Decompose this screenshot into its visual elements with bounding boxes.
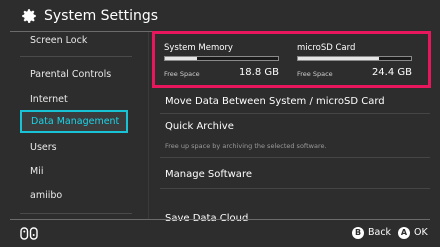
ok-hint[interactable]: A OK xyxy=(398,227,428,240)
ok-label: OK xyxy=(414,227,428,238)
sidebar-divider xyxy=(20,213,132,214)
sidebar-item-data-management[interactable]: Data Management xyxy=(20,110,128,133)
page-title: System Settings xyxy=(44,8,159,24)
move-data-item[interactable]: Move Data Between System / microSD Card xyxy=(165,95,385,109)
system-free-space-value: 18.8 GB xyxy=(238,67,279,78)
back-hint[interactable]: B Back xyxy=(352,227,392,240)
sidebar: Screen Lock Parental Controls Internet D… xyxy=(20,32,140,219)
sidebar-item-label: amiibo xyxy=(30,190,63,201)
header: System Settings xyxy=(0,0,440,32)
microsd-bar-fill xyxy=(298,57,380,60)
microsd-bar xyxy=(297,56,412,61)
back-label: Back xyxy=(368,227,392,238)
content-divider xyxy=(160,188,430,189)
microsd-free-space-value: 24.4 GB xyxy=(371,67,412,78)
sidebar-item-label: Internet xyxy=(30,94,68,105)
sidebar-item-label: Parental Controls xyxy=(30,69,112,80)
sidebar-divider xyxy=(20,56,132,57)
content-divider xyxy=(160,157,430,158)
content-divider xyxy=(160,113,430,114)
gear-icon xyxy=(22,9,36,23)
manage-software-item[interactable]: Manage Software xyxy=(165,168,252,182)
sidebar-item-label: Data Management xyxy=(31,116,120,127)
system-memory-bar xyxy=(164,56,279,61)
microsd-free-space-label: Free Space xyxy=(297,70,333,78)
system-memory-bar-fill xyxy=(165,57,197,60)
system-memory-label: System Memory xyxy=(164,43,233,53)
controller-icon xyxy=(20,227,38,240)
storage-summary: System Memory Free Space 18.8 GB microSD… xyxy=(152,31,431,88)
system-free-space-label: Free Space xyxy=(164,70,200,78)
sidebar-item-label: Users xyxy=(30,142,57,153)
microsd-label: microSD Card xyxy=(297,43,356,53)
a-button-icon: A xyxy=(398,227,410,239)
system-settings-screen: System Settings Screen Lock Parental Con… xyxy=(0,0,440,247)
pane-separator xyxy=(148,32,149,219)
quick-archive-item[interactable]: Quick Archive xyxy=(165,120,234,134)
footer: B Back A OK xyxy=(0,220,440,247)
quick-archive-description: Free up space by archiving the selected … xyxy=(165,142,327,150)
sidebar-item-label: Screen Lock xyxy=(30,35,88,46)
b-button-icon: B xyxy=(352,227,364,239)
sidebar-item-label: Mii xyxy=(30,166,44,177)
